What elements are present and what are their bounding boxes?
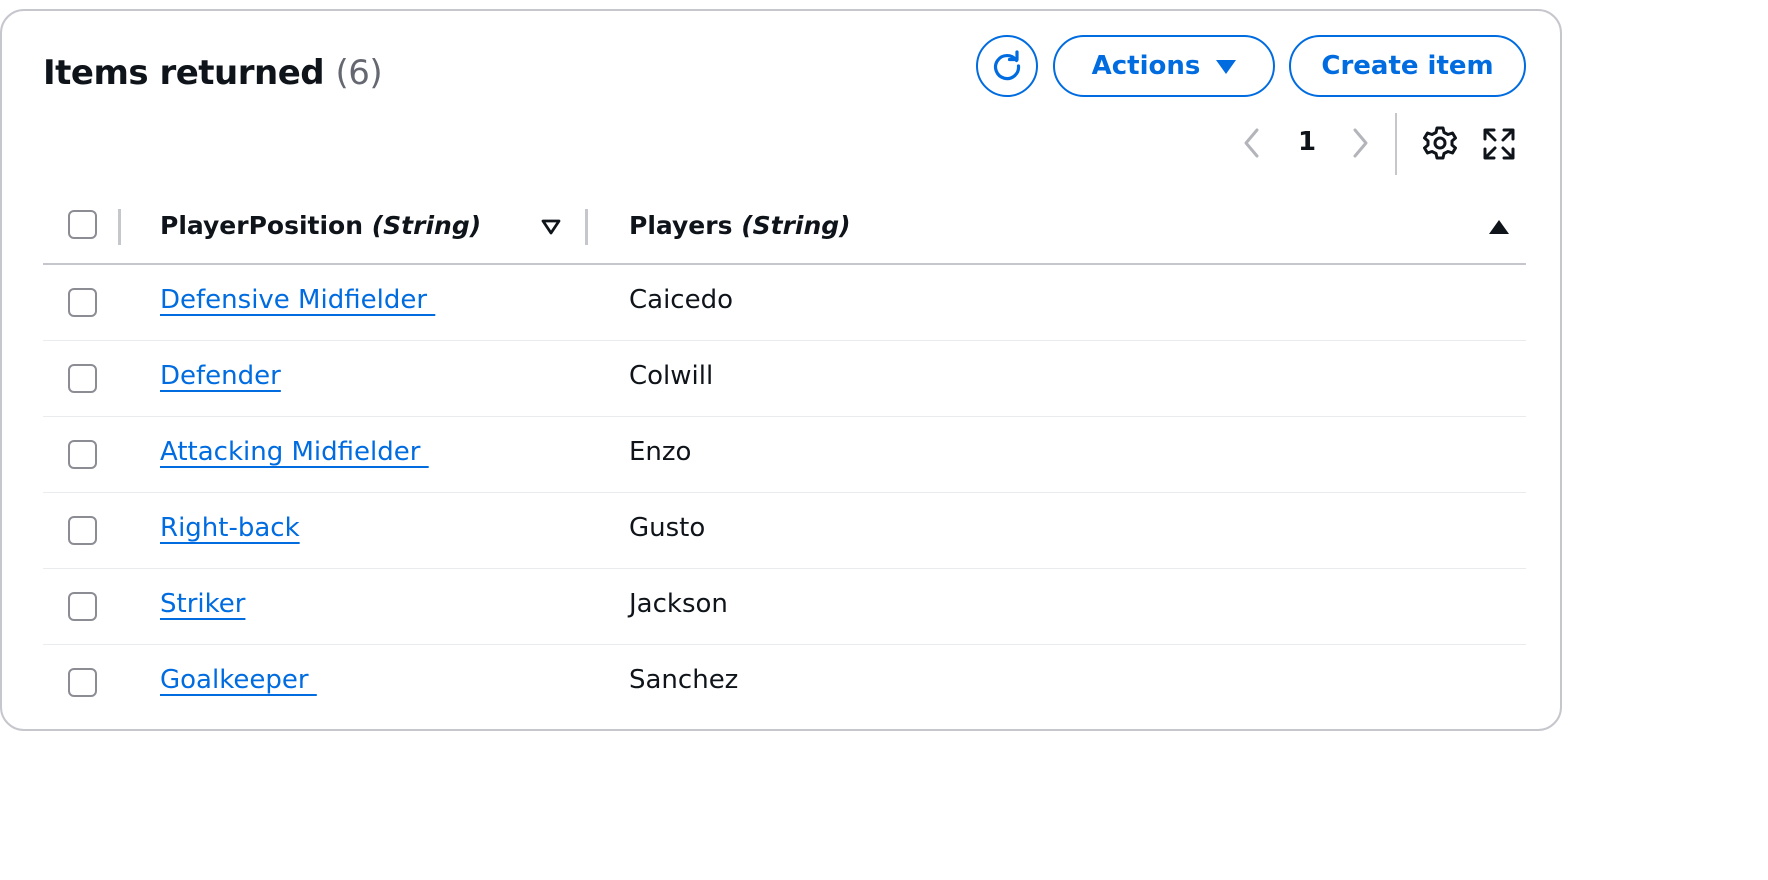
position-link[interactable]: Right-back — [160, 513, 300, 543]
table-header: PlayerPosition (String) Players (String) — [43, 191, 1526, 265]
position-link[interactable]: Defender — [160, 361, 281, 391]
player-cell: Jackson — [629, 589, 728, 619]
player-cell: Sanchez — [629, 665, 739, 695]
gear-icon — [1423, 126, 1457, 160]
page-title: Items returned (6) — [43, 53, 383, 93]
refresh-icon — [994, 50, 1021, 81]
column-separator[interactable] — [585, 209, 588, 245]
table-row: Right-back Gusto — [43, 493, 1526, 569]
title-text: Items returned — [43, 53, 325, 93]
column-separator[interactable] — [118, 209, 121, 245]
player-cell: Gusto — [629, 513, 706, 543]
fullscreen-button[interactable] — [1482, 127, 1516, 161]
page-number[interactable]: 1 — [1294, 127, 1320, 157]
player-cell: Colwill — [629, 361, 714, 391]
table-row: Attacking Midfielder Enzo — [43, 417, 1526, 493]
position-link[interactable]: Defensive Midfielder — [160, 285, 435, 315]
row-checkbox[interactable] — [68, 364, 97, 393]
previous-page-button[interactable] — [1237, 123, 1267, 163]
row-checkbox[interactable] — [68, 668, 97, 697]
refresh-button[interactable] — [976, 35, 1038, 97]
table-row: Defender Colwill — [43, 341, 1526, 417]
create-item-label: Create item — [1321, 51, 1494, 81]
table-row: Goalkeeper Sanchez — [43, 645, 1526, 721]
sort-desc-button[interactable] — [540, 217, 562, 241]
position-link[interactable]: Striker — [160, 589, 245, 619]
row-checkbox[interactable] — [68, 592, 97, 621]
actions-button[interactable]: Actions — [1053, 35, 1275, 97]
preferences-button[interactable] — [1422, 125, 1458, 161]
column-header-players[interactable]: Players (String) — [629, 211, 851, 240]
item-count: (6) — [335, 53, 383, 93]
column-type: (String) — [371, 211, 482, 240]
caret-down-icon — [1216, 60, 1237, 74]
column-type: (String) — [741, 211, 851, 240]
select-all-checkbox[interactable] — [68, 210, 97, 239]
table-row: Defensive Midfielder Caicedo — [43, 265, 1526, 341]
expand-icon — [1483, 128, 1515, 160]
caret-down-outline-icon — [541, 219, 561, 235]
player-cell: Enzo — [629, 437, 692, 467]
row-checkbox[interactable] — [68, 440, 97, 469]
pager-divider — [1395, 113, 1397, 175]
next-page-button[interactable] — [1345, 123, 1375, 163]
player-cell: Caicedo — [629, 285, 734, 315]
row-checkbox[interactable] — [68, 288, 97, 317]
create-item-button[interactable]: Create item — [1289, 35, 1526, 97]
column-name: PlayerPosition — [160, 211, 364, 240]
items-panel: Items returned (6) Actions Create item 1 — [0, 9, 1562, 731]
table-row: Striker Jackson — [43, 569, 1526, 645]
row-checkbox[interactable] — [68, 516, 97, 545]
actions-label: Actions — [1091, 51, 1201, 81]
position-link[interactable]: Goalkeeper — [160, 665, 317, 695]
column-header-playerposition[interactable]: PlayerPosition (String) — [160, 211, 481, 240]
chevron-left-icon — [1244, 128, 1259, 158]
sort-asc-button[interactable] — [1487, 217, 1511, 241]
position-link[interactable]: Attacking Midfielder — [160, 437, 429, 467]
caret-up-filled-icon — [1489, 220, 1509, 234]
chevron-right-icon — [1353, 128, 1368, 158]
column-name: Players — [629, 211, 733, 240]
